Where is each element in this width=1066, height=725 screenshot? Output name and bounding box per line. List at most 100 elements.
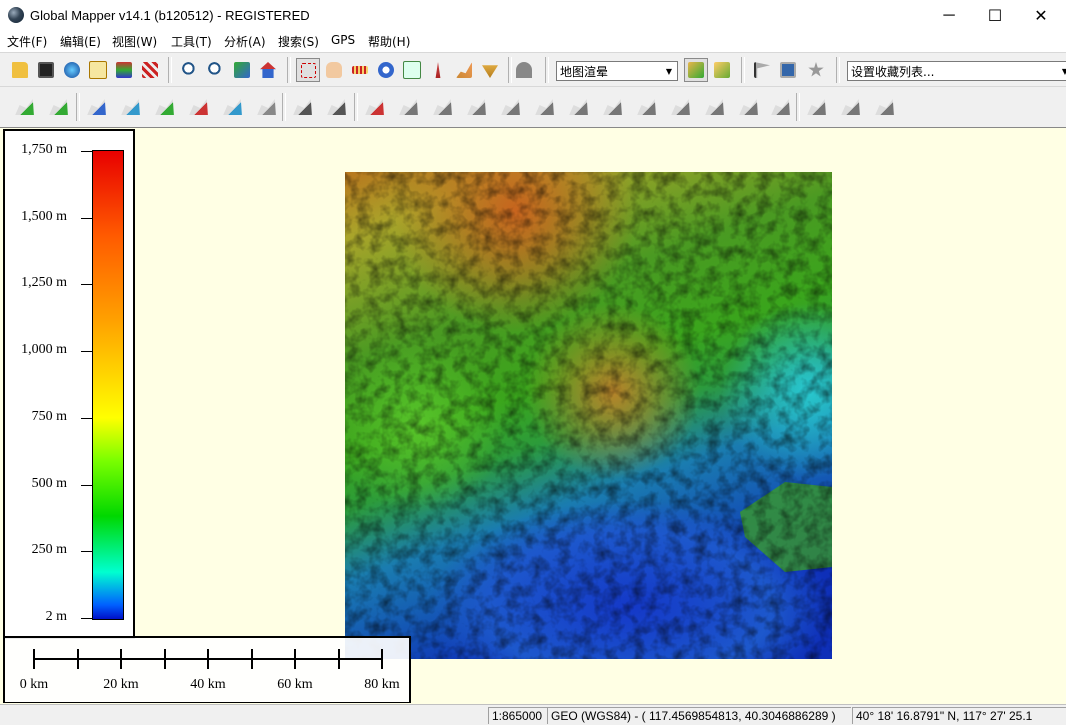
menu-help[interactable]: 帮助(H) (368, 33, 410, 50)
zoom-in-button[interactable] (178, 58, 202, 82)
create-area-icon (15, 99, 34, 115)
legend-tick (81, 351, 92, 353)
tunnel-icon (516, 62, 532, 78)
map-view[interactable]: 1,750 m 1,500 m 1,250 m 1,000 m 750 m 500 m 25… (0, 127, 1066, 708)
favorites-select-value: 设置收藏列表... (851, 65, 935, 79)
path-profile-button[interactable] (426, 58, 450, 82)
full-view-button[interactable] (230, 58, 254, 82)
shape-5-button[interactable] (528, 91, 560, 123)
shape-1-button[interactable] (392, 91, 424, 123)
terrain-map[interactable] (345, 172, 832, 659)
control-center-icon (116, 62, 132, 78)
contour-button[interactable] (478, 58, 502, 82)
split-button[interactable] (286, 91, 318, 123)
main-toolbar: 地图渲晕 ▼ 设置收藏列表... ▼ (0, 52, 1066, 87)
view-shed-button[interactable] (452, 58, 476, 82)
globe-app-icon (8, 7, 24, 23)
config-button[interactable] (138, 58, 162, 82)
zoom-box-button[interactable] (296, 58, 320, 82)
favorites-select[interactable]: 设置收藏列表... ▼ (847, 61, 1066, 81)
pan-button[interactable] (322, 58, 346, 82)
save-button[interactable] (34, 58, 58, 82)
status-projection: GEO (WGS84) - ( 117.4569854813, 40.30468… (547, 707, 851, 724)
title-bar: Global Mapper v14.1 (b120512) - REGISTER… (0, 0, 1066, 31)
status-coordinates: 40° 18' 16.8791" N, 117° 27' 25.1 (852, 707, 1066, 724)
code-tool-button[interactable] (182, 91, 214, 123)
move-feature-button[interactable] (148, 91, 180, 123)
scale-tick (163, 649, 166, 669)
undo-button[interactable] (834, 91, 866, 123)
screen-button[interactable] (776, 58, 800, 82)
chevron-down-icon[interactable]: ▼ (1057, 62, 1066, 80)
shape-13-button[interactable] (800, 91, 832, 123)
home-button[interactable] (256, 58, 280, 82)
menu-view[interactable]: 视图(W) (112, 33, 157, 50)
catalog-button[interactable] (86, 58, 110, 82)
legend-tick (81, 417, 92, 419)
measure-button[interactable] (348, 58, 372, 82)
maximize-button[interactable]: ☐ (972, 0, 1018, 31)
open-button[interactable] (8, 58, 32, 82)
shape-10-icon (705, 99, 724, 115)
shape-4-button[interactable] (494, 91, 526, 123)
info-button[interactable] (374, 58, 398, 82)
flag-button[interactable] (750, 58, 774, 82)
code-tool-icon (189, 99, 208, 115)
shape-8-button[interactable] (630, 91, 662, 123)
shape-7-button[interactable] (596, 91, 628, 123)
control-center-button[interactable] (112, 58, 136, 82)
legend-label: 1,500 m (21, 208, 67, 224)
full-view-icon (234, 62, 250, 78)
menu-search[interactable]: 搜索(S) (278, 33, 319, 50)
shader-select-value: 地图渲晕 (560, 65, 609, 79)
shape-2-button[interactable] (426, 91, 458, 123)
smooth-button[interactable] (358, 91, 390, 123)
globe-icon (64, 62, 80, 78)
path-profile-icon (435, 62, 441, 78)
shader-select[interactable]: 地图渲晕 ▼ (556, 61, 678, 81)
toolbar-separator (287, 57, 291, 83)
3d-window-icon (714, 62, 730, 78)
cut-icon (327, 99, 346, 115)
menu-edit[interactable]: 编辑(E) (60, 33, 101, 50)
shape-11-button[interactable] (732, 91, 764, 123)
star-button[interactable] (804, 58, 828, 82)
scale-tick (250, 649, 253, 669)
close-button[interactable]: ✕ (1018, 0, 1064, 31)
menu-gps[interactable]: GPS (331, 33, 355, 47)
scale-tick (76, 649, 79, 669)
redo-button[interactable] (868, 91, 900, 123)
shape-9-button[interactable] (664, 91, 696, 123)
cut-button[interactable] (320, 91, 352, 123)
menu-analysis[interactable]: 分析(A) (224, 33, 266, 50)
toolbar-separator (836, 57, 840, 83)
menu-tools[interactable]: 工具(T) (171, 33, 212, 50)
globe-button[interactable] (60, 58, 84, 82)
edit-vertices-button[interactable] (114, 91, 146, 123)
3d-window-button[interactable] (710, 58, 734, 82)
minimize-button[interactable]: ─ (926, 0, 972, 31)
zoom-out-button[interactable] (204, 58, 228, 82)
chevron-down-icon[interactable]: ▼ (661, 62, 677, 80)
grid-button[interactable] (250, 91, 282, 123)
redo-icon (875, 99, 894, 115)
digitizer-button[interactable] (400, 58, 424, 82)
create-line-button[interactable] (42, 91, 74, 123)
pan-icon (326, 62, 342, 78)
3d-view-button[interactable] (684, 58, 708, 82)
shape-10-button[interactable] (698, 91, 730, 123)
tunnel-button[interactable] (512, 58, 536, 82)
create-area-button[interactable] (8, 91, 40, 123)
elevation-color-bar (92, 150, 124, 620)
scale-label: 40 km (190, 677, 226, 692)
buffer-button[interactable] (216, 91, 248, 123)
menu-file[interactable]: 文件(F) (7, 33, 47, 50)
shape-2-icon (433, 99, 452, 115)
shape-3-button[interactable] (460, 91, 492, 123)
legend-label: 250 m (31, 542, 67, 558)
shape-12-button[interactable] (764, 91, 796, 123)
shape-6-button[interactable] (562, 91, 594, 123)
edit-area-button[interactable] (80, 91, 112, 123)
scale-label: 0 km (19, 677, 49, 692)
open-icon (12, 62, 28, 78)
